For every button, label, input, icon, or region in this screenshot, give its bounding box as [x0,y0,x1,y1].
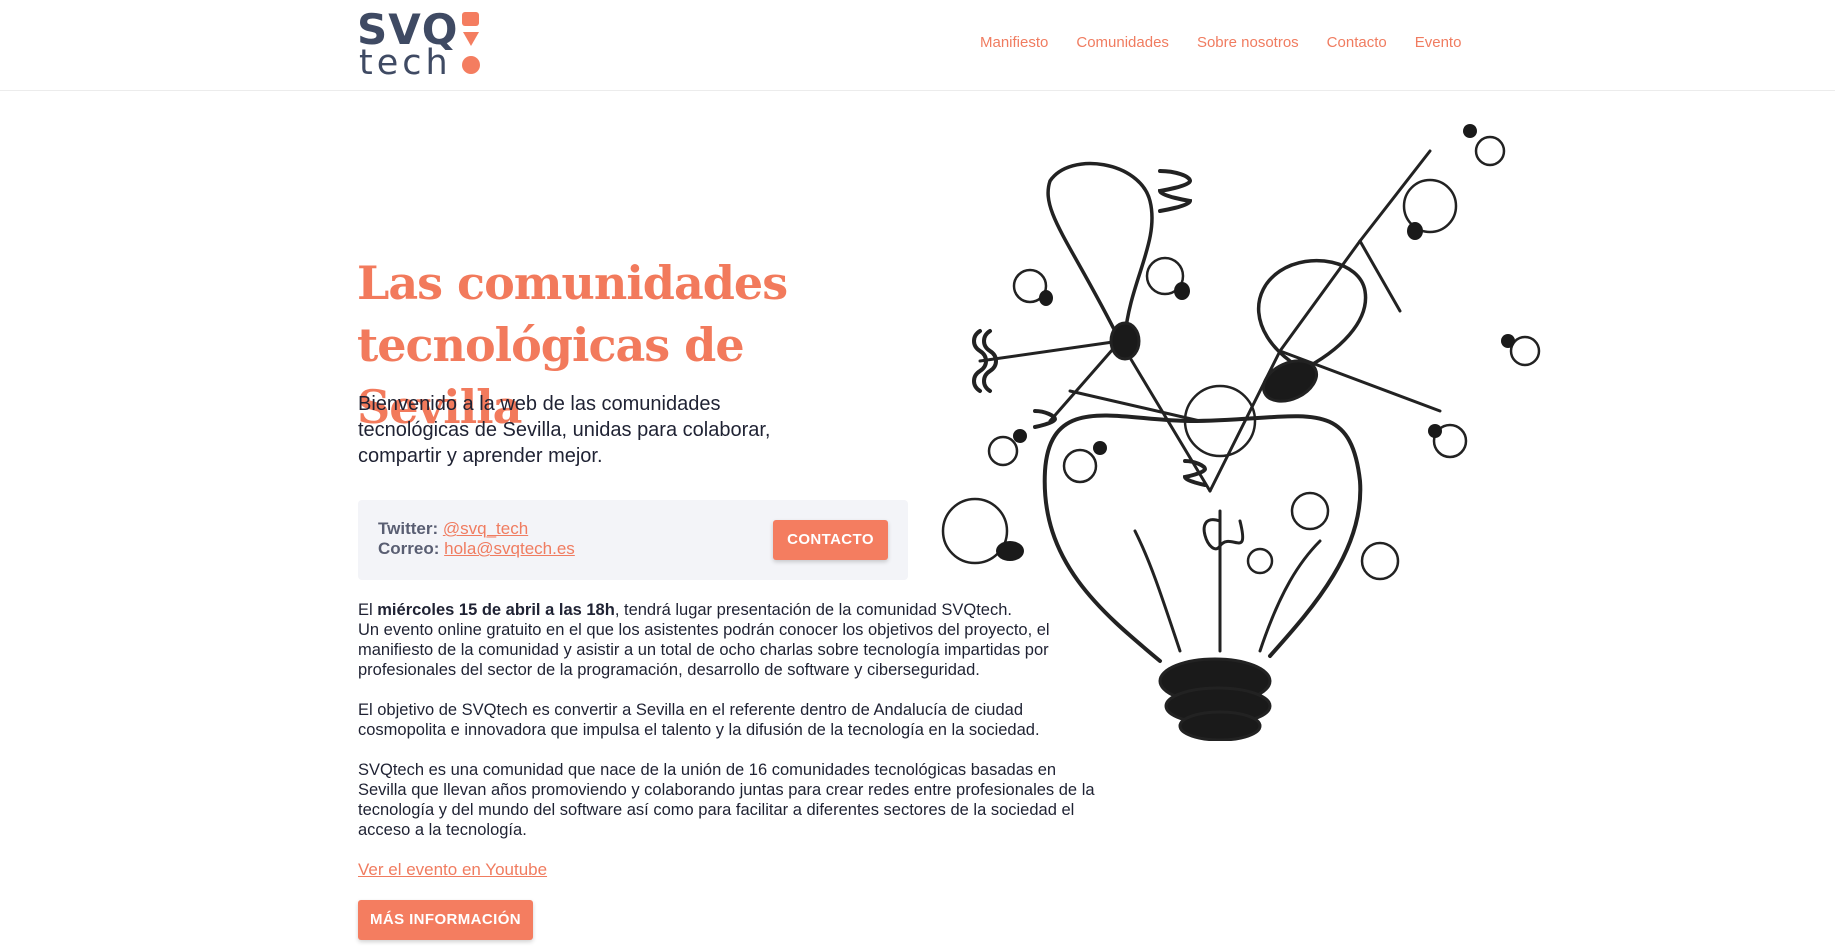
event-date: miércoles 15 de abril a las 18h [377,601,615,619]
nav-sobre-nosotros[interactable]: Sobre nosotros [1197,34,1299,51]
nav-manifiesto[interactable]: Manifiesto [980,34,1048,51]
email-label: Correo: [378,539,440,558]
nav-comunidades[interactable]: Comunidades [1076,34,1169,51]
logo-mark-icon [462,12,480,74]
contact-box: Twitter: @svq_tech Correo: hola@svqtech.… [358,500,908,580]
nav-evento[interactable]: Evento [1415,34,1462,51]
hero-intro: Bienvenido a la web de las comunidades t… [358,393,771,467]
contact-button[interactable]: CONTACTO [773,520,888,560]
email-link[interactable]: hola@svqtech.es [444,539,575,558]
event-p1-prefix: El [358,601,378,619]
email-line: Correo: hola@svqtech.es [378,539,575,559]
twitter-label: Twitter: [378,519,439,538]
more-info-button[interactable]: MÁS INFORMACIÓN [358,900,533,940]
lightbulbs-illustration-icon [941,124,1541,741]
main-nav: Manifiesto Comunidades Sobre nosotros Co… [980,34,1489,51]
youtube-link[interactable]: Ver el evento en Youtube [358,860,547,880]
hero-title-line-1: Las comunidades [357,256,788,310]
svqtech-logo[interactable]: SVQ tech [357,5,482,83]
event-paragraph-3: SVQtech es una comunidad que nace de la … [358,761,1095,839]
twitter-link[interactable]: @svq_tech [443,519,528,538]
logo-tech-text: tech [359,43,452,83]
site-header: SVQ tech Manifiesto Comunidades Sobre no… [0,0,1835,91]
nav-contacto[interactable]: Contacto [1327,34,1387,51]
twitter-line: Twitter: @svq_tech [378,519,528,539]
